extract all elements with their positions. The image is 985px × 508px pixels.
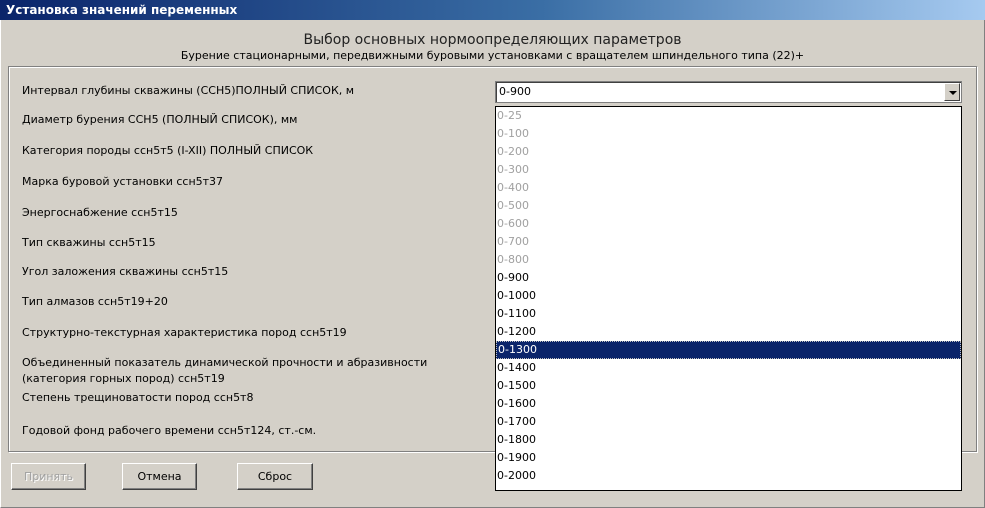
page-title: Выбор основных нормоопределяющих парамет… [303, 32, 682, 48]
dropdown-option[interactable]: 0-2000 [496, 467, 961, 485]
depth-interval-dropdown-list[interactable]: 0-25 0-100 0-200 0-300 0-400 0-500 0-600… [495, 106, 962, 491]
param-label-annual-time-fund: Годовой фонд рабочего времени ссн5т124, … [22, 424, 317, 437]
dropdown-option[interactable]: 0-1700 [496, 413, 961, 431]
dropdown-arrow-button[interactable] [944, 83, 960, 101]
dropdown-option: 0-300 [497, 163, 529, 176]
param-label-rig-model: Марка буровой установки ссн5т37 [22, 175, 224, 188]
param-label-fracturing: Степень трещиноватости пород ссн5т8 [22, 391, 254, 404]
dropdown-option[interactable]: 0-1000 [496, 287, 961, 305]
chevron-down-icon [949, 91, 957, 95]
window-title: Установка значений переменных [6, 3, 238, 17]
param-label-depth-interval: Интервал глубины скважины (ССН5)ПОЛНЫЙ С… [22, 84, 355, 97]
param-label-rock-category: Категория породы ссн5т5 (I-XII) ПОЛНЫЙ С… [22, 144, 314, 157]
dropdown-option[interactable]: 0-900 [496, 269, 961, 287]
dropdown-option[interactable]: 0-1200 [496, 323, 961, 341]
dropdown-option: 0-700 [497, 235, 529, 248]
dropdown-option: 0-200 [497, 145, 529, 158]
dropdown-option: 0-25 [497, 109, 522, 122]
cancel-button[interactable]: Отмена [122, 463, 197, 490]
dropdown-option[interactable]: 0-1400 [496, 359, 961, 377]
dropdown-option[interactable]: 0-1600 [496, 395, 961, 413]
dropdown-option[interactable]: 0-1100 [496, 305, 961, 323]
dropdown-option[interactable]: 0-1800 [496, 431, 961, 449]
reset-button[interactable]: Сброс [237, 463, 313, 490]
param-label-well-angle: Угол заложения скважины ссн5т15 [22, 265, 229, 278]
param-label-strength-abrasivity: Объединенный показатель динамической про… [22, 356, 428, 385]
dropdown-option: 0-800 [497, 253, 529, 266]
window-titlebar: Установка значений переменных [0, 0, 985, 20]
dropdown-option: 0-100 [497, 127, 529, 140]
param-label-rock-structure: Структурно-текстурная характеристика пор… [22, 326, 347, 339]
dropdown-option: 0-500 [497, 199, 529, 212]
dropdown-option[interactable]: 0-1900 [496, 449, 961, 467]
page-subtitle: Бурение стационарными, передвижными буро… [180, 49, 805, 62]
dropdown-option-selected[interactable]: 0-1300 [496, 341, 961, 359]
dropdown-option: 0-400 [497, 181, 529, 194]
param-label-power-supply: Энергоснабжение ссн5т15 [22, 206, 178, 219]
param-label-well-type: Тип скважины ссн5т15 [22, 236, 156, 249]
param-label-diamond-type: Тип алмазов ссн5т19+20 [22, 295, 168, 308]
dropdown-option[interactable]: 0-1500 [496, 377, 961, 395]
combo-depth-interval[interactable]: 0-900 [495, 81, 962, 103]
dropdown-option: 0-600 [497, 217, 529, 230]
accept-button[interactable]: Принять [11, 463, 86, 490]
param-label-drill-diameter: Диаметр бурения ССН5 (ПОЛНЫЙ СПИСОК), мм [22, 113, 298, 126]
combo-depth-interval-value: 0-900 [499, 85, 531, 98]
